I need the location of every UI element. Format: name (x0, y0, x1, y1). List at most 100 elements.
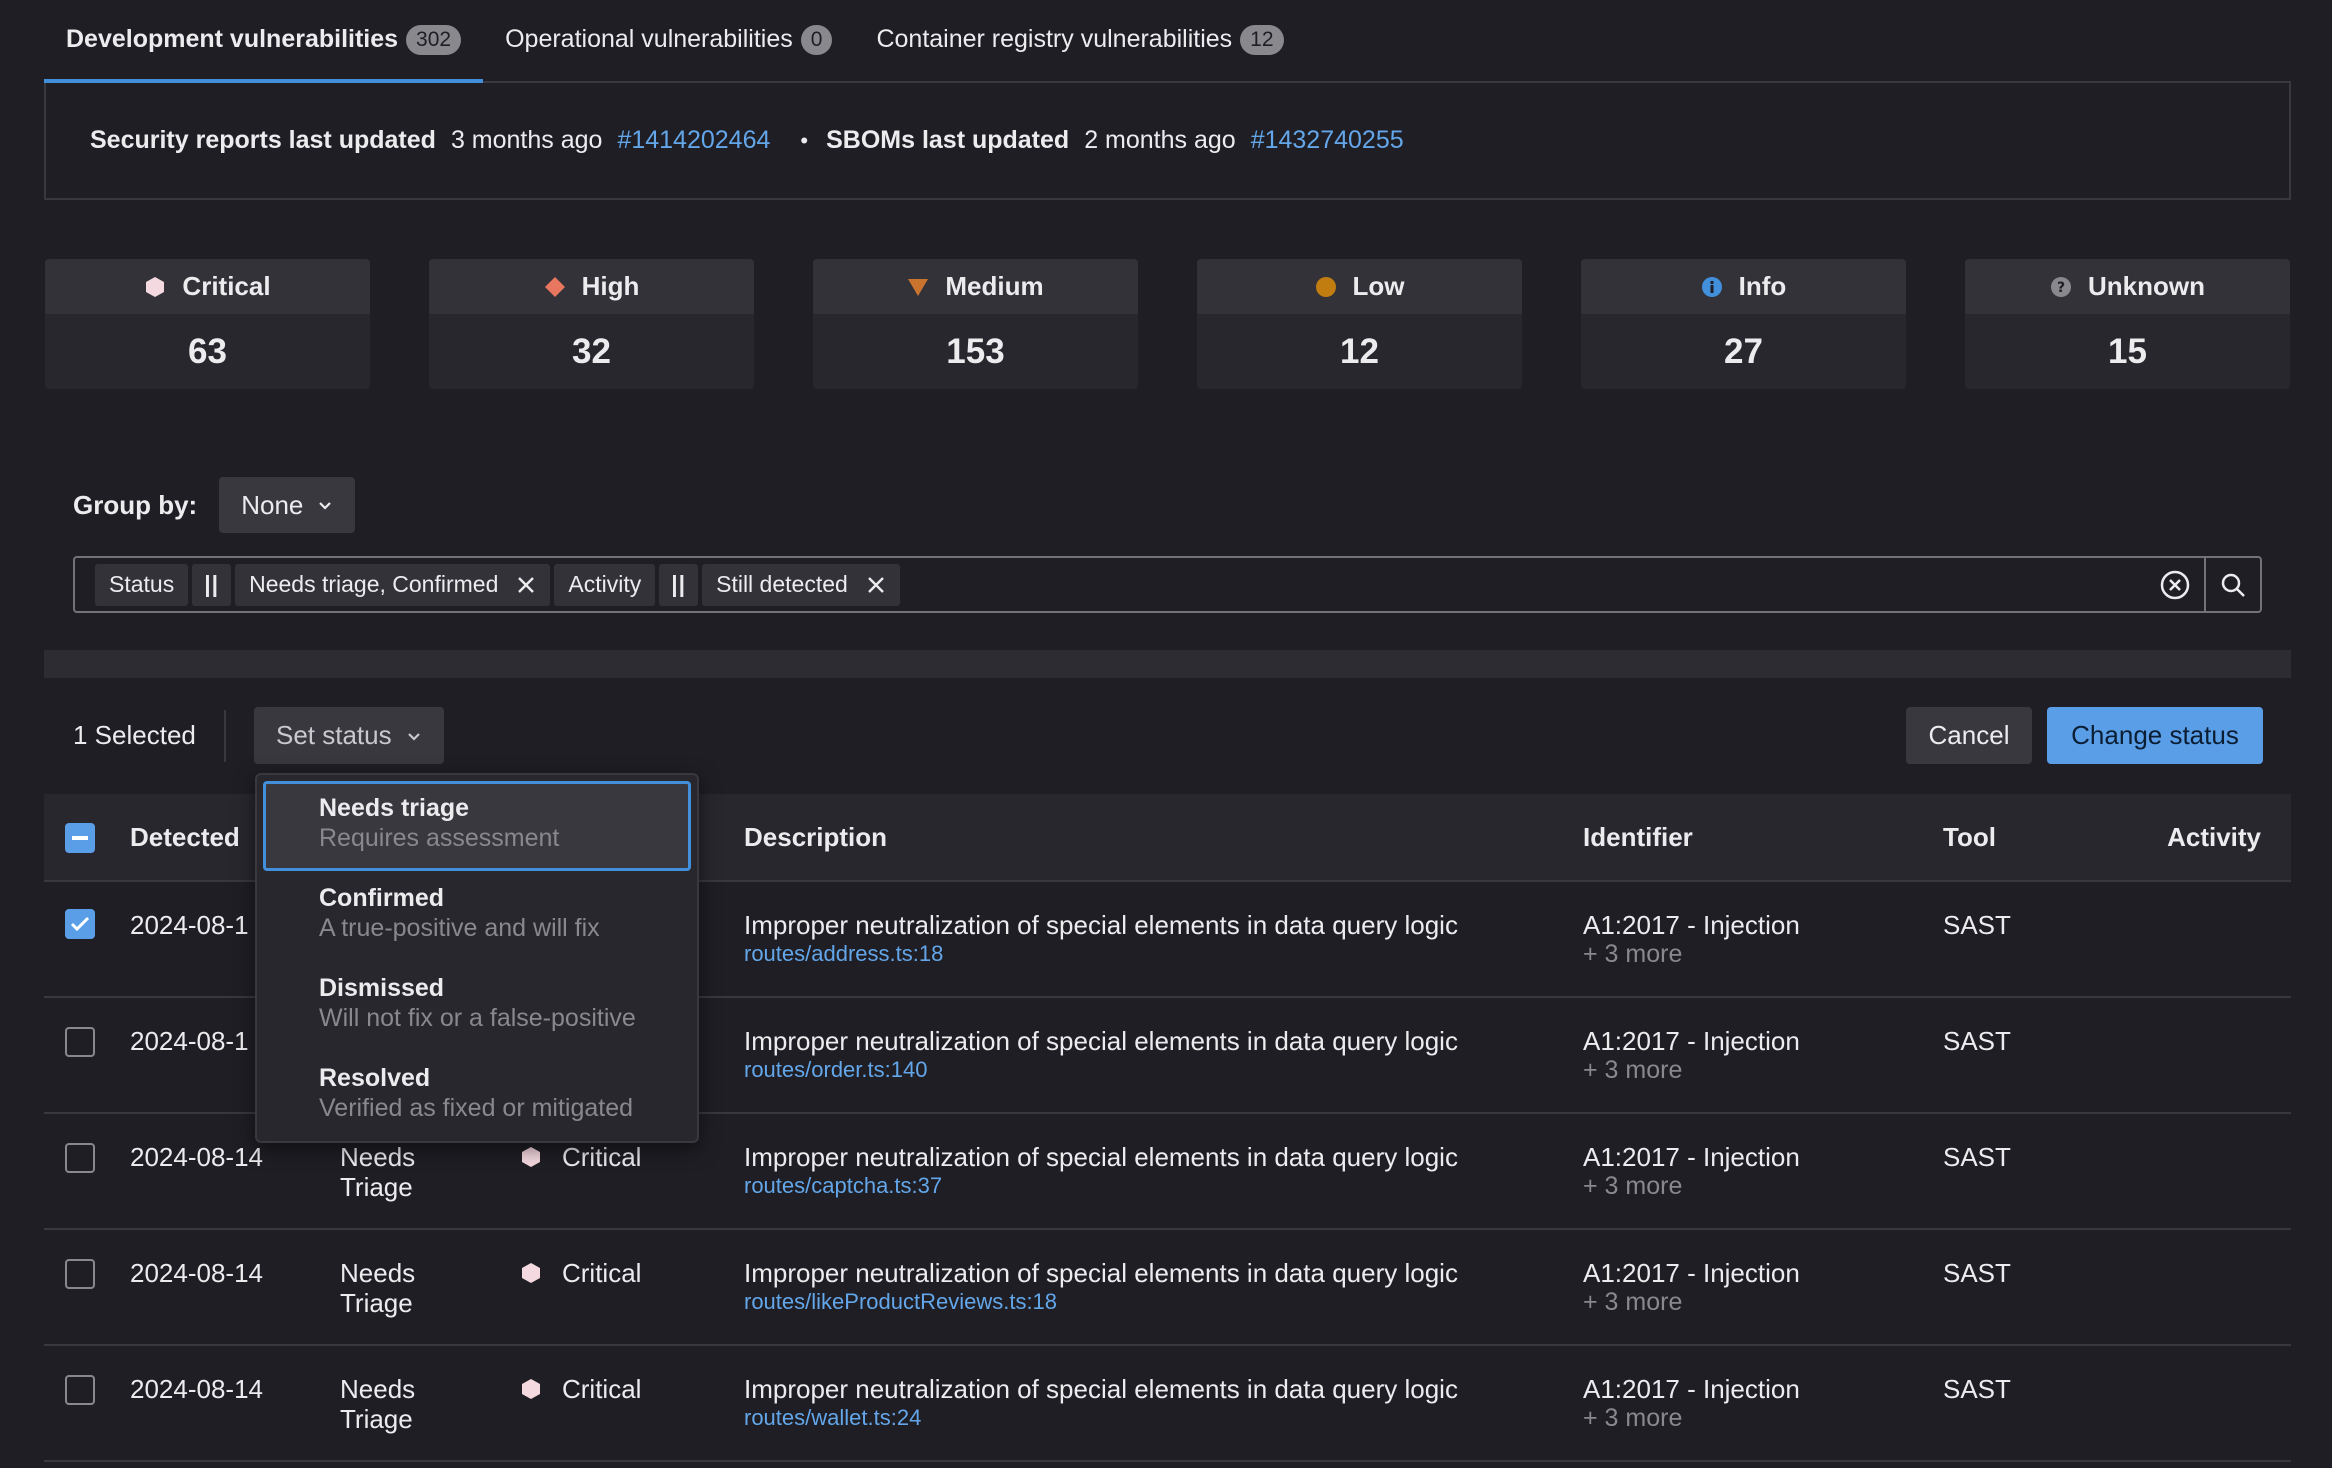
group-by-dropdown[interactable]: None (219, 477, 356, 533)
security-reports-label: Security reports last updated (90, 126, 436, 154)
severity-card-unknown: ? Unknown 15 (1965, 259, 2290, 389)
file-location-link[interactable]: routes/wallet.ts:24 (744, 1404, 1458, 1432)
cancel-button[interactable]: Cancel (1906, 707, 2032, 764)
tab-count-badge: 12 (1240, 24, 1284, 55)
severity-count: 32 (572, 331, 611, 371)
tab-label: Operational vulnerabilities (505, 25, 793, 53)
vulnerability-title[interactable]: Improper neutralization of special eleme… (744, 1374, 1458, 1404)
option-title: Confirmed (319, 884, 444, 912)
remove-filter-icon[interactable] (516, 575, 536, 595)
file-location-link[interactable]: routes/captcha.ts:37 (744, 1172, 1458, 1200)
vulnerability-title[interactable]: Improper neutralization of special eleme… (744, 910, 1458, 940)
security-reports-time: 3 months ago (450, 126, 603, 154)
severity-card-high: High 32 (429, 259, 754, 389)
option-title: Resolved (319, 1064, 431, 1092)
identifier-more: + 3 more (1583, 1288, 1683, 1316)
severity-count: 153 (946, 331, 1005, 371)
identifier-more: + 3 more (1583, 940, 1683, 968)
option-description: Verified as fixed or mitigated (319, 1094, 634, 1122)
info-icon (1701, 276, 1723, 298)
status-text-line1: Needs (340, 1142, 416, 1172)
status-option-needs-triage[interactable]: Needs triage Requires assessment (263, 781, 691, 871)
row-checkbox[interactable] (65, 1259, 95, 1289)
severity-card-info: Info 27 (1581, 259, 1906, 389)
status-text-line1: Needs (340, 1374, 416, 1404)
table-row[interactable]: 2024-08-14 Needs Triage Critical Imprope… (44, 1230, 2291, 1346)
filtered-search-bar[interactable]: Status || Needs triage, Confirmed Activi… (73, 556, 2262, 613)
severity-cell: Critical (520, 1374, 641, 1404)
severity-cell: Critical (520, 1258, 641, 1288)
row-checkbox[interactable] (65, 1143, 95, 1173)
remove-filter-icon[interactable] (866, 575, 886, 595)
critical-icon (520, 1146, 542, 1168)
filter-token-key: Activity (554, 563, 656, 606)
divider-band (44, 650, 2291, 678)
row-checkbox[interactable] (65, 1375, 95, 1405)
description-cell: Improper neutralization of special eleme… (744, 1374, 1458, 1432)
row-checkbox[interactable] (65, 909, 95, 939)
tab-development-vulnerabilities[interactable]: Development vulnerabilities 302 (44, 0, 484, 83)
severity-label: Medium (945, 271, 1044, 301)
tab-container-registry-vulnerabilities[interactable]: Container registry vulnerabilities 12 (854, 0, 1305, 81)
filter-value-text: Still detected (716, 571, 848, 597)
tab-label: Development vulnerabilities (66, 25, 399, 53)
severity-cell: Critical (520, 1142, 641, 1172)
high-icon (544, 276, 566, 298)
severity-card-critical: Critical 63 (45, 259, 370, 389)
status-option-resolved[interactable]: Resolved Verified as fixed or mitigated (263, 1051, 691, 1141)
vulnerability-title[interactable]: Improper neutralization of special eleme… (744, 1142, 1458, 1172)
severity-label: High (581, 271, 640, 301)
change-status-button[interactable]: Change status (2047, 707, 2263, 764)
identifier-text: A1:2017 - Injection (1583, 1026, 1800, 1056)
identifier-more: + 3 more (1583, 1404, 1683, 1432)
filter-token-value[interactable]: Still detected (702, 563, 900, 606)
option-description: A true-positive and will fix (319, 914, 600, 942)
status-option-confirmed[interactable]: Confirmed A true-positive and will fix (263, 871, 691, 961)
vulnerability-title[interactable]: Improper neutralization of special eleme… (744, 1026, 1458, 1056)
low-icon (1315, 276, 1337, 298)
option-title: Needs triage (319, 794, 470, 822)
severity-text: Critical (562, 1374, 642, 1404)
column-header-detected[interactable]: Detected (130, 822, 240, 853)
identifier-more: + 3 more (1583, 1172, 1683, 1200)
identifier-cell: A1:2017 - Injection + 3 more (1583, 1374, 1800, 1432)
severity-label: Critical (182, 271, 271, 301)
identifier-more: + 3 more (1583, 1056, 1683, 1084)
status-option-dismissed[interactable]: Dismissed Will not fix or a false-positi… (263, 961, 691, 1051)
search-button[interactable] (2204, 558, 2260, 611)
separator-dot: • (800, 127, 809, 153)
description-cell: Improper neutralization of special eleme… (744, 910, 1458, 968)
file-location-link[interactable]: routes/likeProductReviews.ts:18 (744, 1288, 1458, 1316)
status-text-line2: Triage (340, 1172, 413, 1202)
filter-token-operator: || (659, 563, 699, 606)
file-location-link[interactable]: routes/address.ts:18 (744, 940, 1458, 968)
tool-text: SAST (1943, 1374, 2011, 1404)
detected-date: 2024-08-1 (130, 910, 249, 940)
identifier-cell: A1:2017 - Injection + 3 more (1583, 1258, 1800, 1316)
selected-count: 1 Selected (73, 720, 196, 750)
file-location-link[interactable]: routes/order.ts:140 (744, 1056, 1458, 1084)
clear-filters-icon[interactable] (2160, 570, 2190, 605)
vulnerability-title[interactable]: Improper neutralization of special eleme… (744, 1258, 1458, 1288)
tool-text: SAST (1943, 910, 2011, 940)
select-all-checkbox[interactable] (65, 823, 95, 853)
severity-card-medium: Medium 153 (813, 259, 1138, 389)
filter-token-value[interactable]: Needs triage, Confirmed (235, 563, 551, 606)
filter-token-operator: || (192, 563, 232, 606)
status-cell: Needs Triage (340, 1374, 415, 1434)
description-cell: Improper neutralization of special eleme… (744, 1258, 1458, 1316)
severity-count: 12 (1340, 331, 1379, 371)
divider (224, 710, 226, 762)
sbom-pipeline-link[interactable]: #1432740255 (1251, 126, 1404, 155)
row-checkbox[interactable] (65, 1027, 95, 1057)
tab-operational-vulnerabilities[interactable]: Operational vulnerabilities 0 (483, 0, 854, 81)
group-by-value: None (241, 489, 304, 520)
column-header-tool[interactable]: Tool (1943, 822, 1996, 853)
identifier-text: A1:2017 - Injection (1583, 1374, 1800, 1404)
status-cell: Needs Triage (340, 1258, 415, 1318)
table-row[interactable]: 2024-08-14 Needs Triage Critical Imprope… (44, 1346, 2291, 1462)
column-header-identifier: Identifier (1583, 822, 1693, 852)
tab-count-badge: 302 (406, 24, 462, 55)
set-status-dropdown[interactable]: Set status (254, 707, 444, 764)
security-pipeline-link[interactable]: #1414202464 (617, 126, 770, 155)
